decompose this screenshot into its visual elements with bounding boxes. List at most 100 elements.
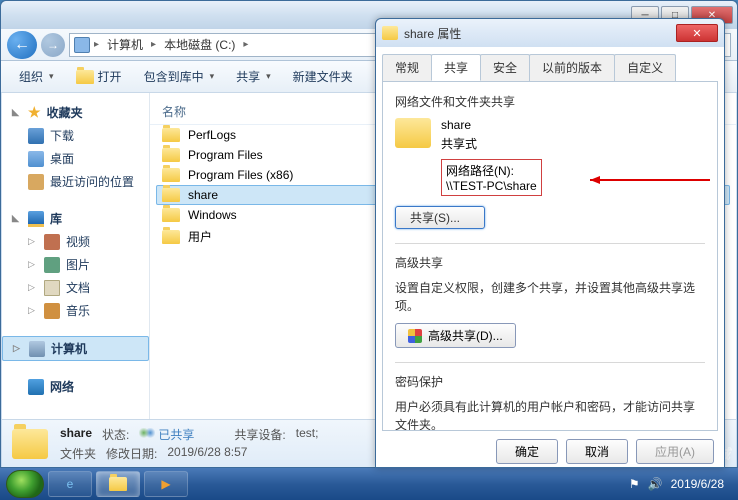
video-icon	[44, 234, 60, 250]
taskbar-app-explorer[interactable]	[96, 471, 140, 497]
sidebar-computer[interactable]: ▷计算机	[2, 336, 149, 361]
sidebar-item-music[interactable]: ▷音乐	[2, 299, 149, 322]
taskbar-app-ie[interactable]: e	[48, 471, 92, 497]
chevron-down-icon: ◣	[12, 107, 22, 118]
drive-icon	[74, 37, 90, 53]
chevron-right-icon: ▸	[243, 39, 248, 50]
include-library-button[interactable]: 包含到库中	[134, 64, 225, 89]
tab-custom[interactable]: 自定义	[614, 54, 676, 81]
advanced-desc: 设置自定义权限，创建多个共享，并设置其他高级共享选项。	[395, 279, 705, 315]
network-path-value: \\TEST-PC\share	[446, 179, 537, 193]
sidebar: ◣★收藏夹 下载 桌面 最近访问的位置 ◣库 ▷视频 ▷图片 ▷文档 ▷音乐 ▷…	[2, 93, 150, 419]
picture-icon	[44, 257, 60, 273]
desktop-icon	[28, 151, 44, 167]
properties-dialog: share 属性 ✕ 常规 共享 安全 以前的版本 自定义 网络文件和文件夹共享…	[375, 18, 725, 468]
folder-icon	[12, 429, 48, 459]
share-mode: 共享式	[441, 135, 542, 152]
chevron-right-icon: ▷	[28, 236, 38, 247]
tab-security[interactable]: 安全	[480, 54, 530, 81]
back-button[interactable]: ←	[7, 31, 37, 59]
tab-general[interactable]: 常规	[382, 54, 432, 81]
chevron-down-icon: ◣	[12, 213, 22, 224]
sidebar-item-desktop[interactable]: 桌面	[2, 147, 149, 170]
sidebar-network[interactable]: 网络	[2, 375, 149, 398]
sidebar-item-videos[interactable]: ▷视频	[2, 230, 149, 253]
password-desc: 用户必须具有此计算机的用户帐户和密码，才能访问共享文件夹。	[395, 398, 705, 431]
tray-clock[interactable]: 2019/6/28	[671, 477, 724, 491]
sidebar-item-recent[interactable]: 最近访问的位置	[2, 170, 149, 193]
share-button[interactable]: 共享(S)...	[395, 206, 485, 229]
ok-button[interactable]: 确定	[496, 439, 558, 464]
open-button[interactable]: 打开	[66, 64, 132, 89]
sidebar-item-pictures[interactable]: ▷图片	[2, 253, 149, 276]
open-icon	[76, 70, 94, 84]
dialog-titlebar[interactable]: share 属性 ✕	[376, 19, 724, 47]
start-button[interactable]	[6, 470, 44, 498]
status-state-label: 状态:	[102, 426, 129, 443]
recent-icon	[28, 174, 44, 190]
organize-button[interactable]: 组织	[9, 64, 64, 89]
sidebar-favorites[interactable]: ◣★收藏夹	[2, 101, 149, 124]
people-icon	[139, 428, 155, 440]
section-title-password: 密码保护	[395, 373, 705, 390]
network-path-label: 网络路径(N):	[446, 162, 537, 179]
folder-icon	[382, 26, 398, 40]
dialog-title: share 属性	[404, 25, 676, 42]
sidebar-libraries[interactable]: ◣库	[2, 207, 149, 230]
library-icon	[28, 211, 44, 227]
forward-button[interactable]: →	[41, 33, 65, 57]
dialog-footer: 确定 取消 应用(A)	[382, 431, 718, 464]
folder-icon	[162, 188, 180, 202]
network-path-highlight: 网络路径(N): \\TEST-PC\share	[441, 159, 542, 196]
chevron-right-icon: ▸	[94, 39, 99, 50]
status-devices-value: test;	[296, 426, 319, 443]
share-name: share	[441, 118, 542, 132]
document-icon	[44, 280, 60, 296]
chevron-right-icon: ▷	[28, 282, 38, 293]
section-title-advanced: 高级共享	[395, 254, 705, 271]
chevron-right-icon: ▷	[28, 305, 38, 316]
tray-volume-icon[interactable]: 🔊	[648, 477, 663, 491]
cancel-button[interactable]: 取消	[566, 439, 628, 464]
advanced-sharing-button[interactable]: 高级共享(D)...	[395, 323, 516, 348]
apply-button[interactable]: 应用(A)	[636, 439, 714, 464]
chevron-right-icon: ▷	[13, 343, 23, 354]
share-button[interactable]: 共享	[226, 64, 281, 89]
folder-icon	[162, 208, 180, 222]
tab-sharing[interactable]: 共享	[431, 54, 481, 81]
ie-icon: e	[67, 477, 74, 491]
media-icon: ▶	[161, 477, 170, 491]
tab-content: 网络文件和文件夹共享 share 共享式 网络路径(N): \\TEST-PC\…	[382, 81, 718, 431]
shield-icon	[408, 329, 422, 343]
breadcrumb-computer[interactable]: 计算机	[103, 34, 147, 55]
status-date-label: 修改日期:	[106, 445, 157, 462]
breadcrumb-drive[interactable]: 本地磁盘 (C:)	[160, 34, 239, 55]
taskbar-app-media[interactable]: ▶	[144, 471, 188, 497]
folder-icon	[162, 128, 180, 142]
folder-icon	[395, 118, 431, 148]
tray-flag-icon[interactable]: ⚑	[629, 477, 640, 491]
close-button[interactable]: ✕	[676, 24, 718, 42]
status-devices-label: 共享设备:	[234, 426, 285, 443]
section-title-network-sharing: 网络文件和文件夹共享	[395, 93, 705, 110]
new-folder-button[interactable]: 新建文件夹	[283, 64, 363, 89]
chevron-right-icon: ▸	[151, 39, 156, 50]
folder-icon	[162, 168, 180, 182]
tab-previous-versions[interactable]: 以前的版本	[529, 54, 615, 81]
sidebar-item-downloads[interactable]: 下载	[2, 124, 149, 147]
status-type: 文件夹	[60, 445, 96, 462]
network-icon	[28, 379, 44, 395]
folder-icon	[109, 477, 127, 491]
computer-icon	[29, 341, 45, 357]
shared-badge: 已共享	[139, 426, 194, 443]
tab-strip: 常规 共享 安全 以前的版本 自定义	[382, 54, 718, 82]
sidebar-item-documents[interactable]: ▷文档	[2, 276, 149, 299]
folder-icon	[162, 230, 180, 244]
taskbar: e ▶ ⚑ 🔊 2019/6/28	[0, 468, 738, 500]
status-name: share	[60, 426, 92, 443]
status-date-value: 2019/6/28 8:57	[167, 445, 247, 462]
music-icon	[44, 303, 60, 319]
star-icon: ★	[28, 104, 41, 121]
download-icon	[28, 128, 44, 144]
folder-icon	[162, 148, 180, 162]
